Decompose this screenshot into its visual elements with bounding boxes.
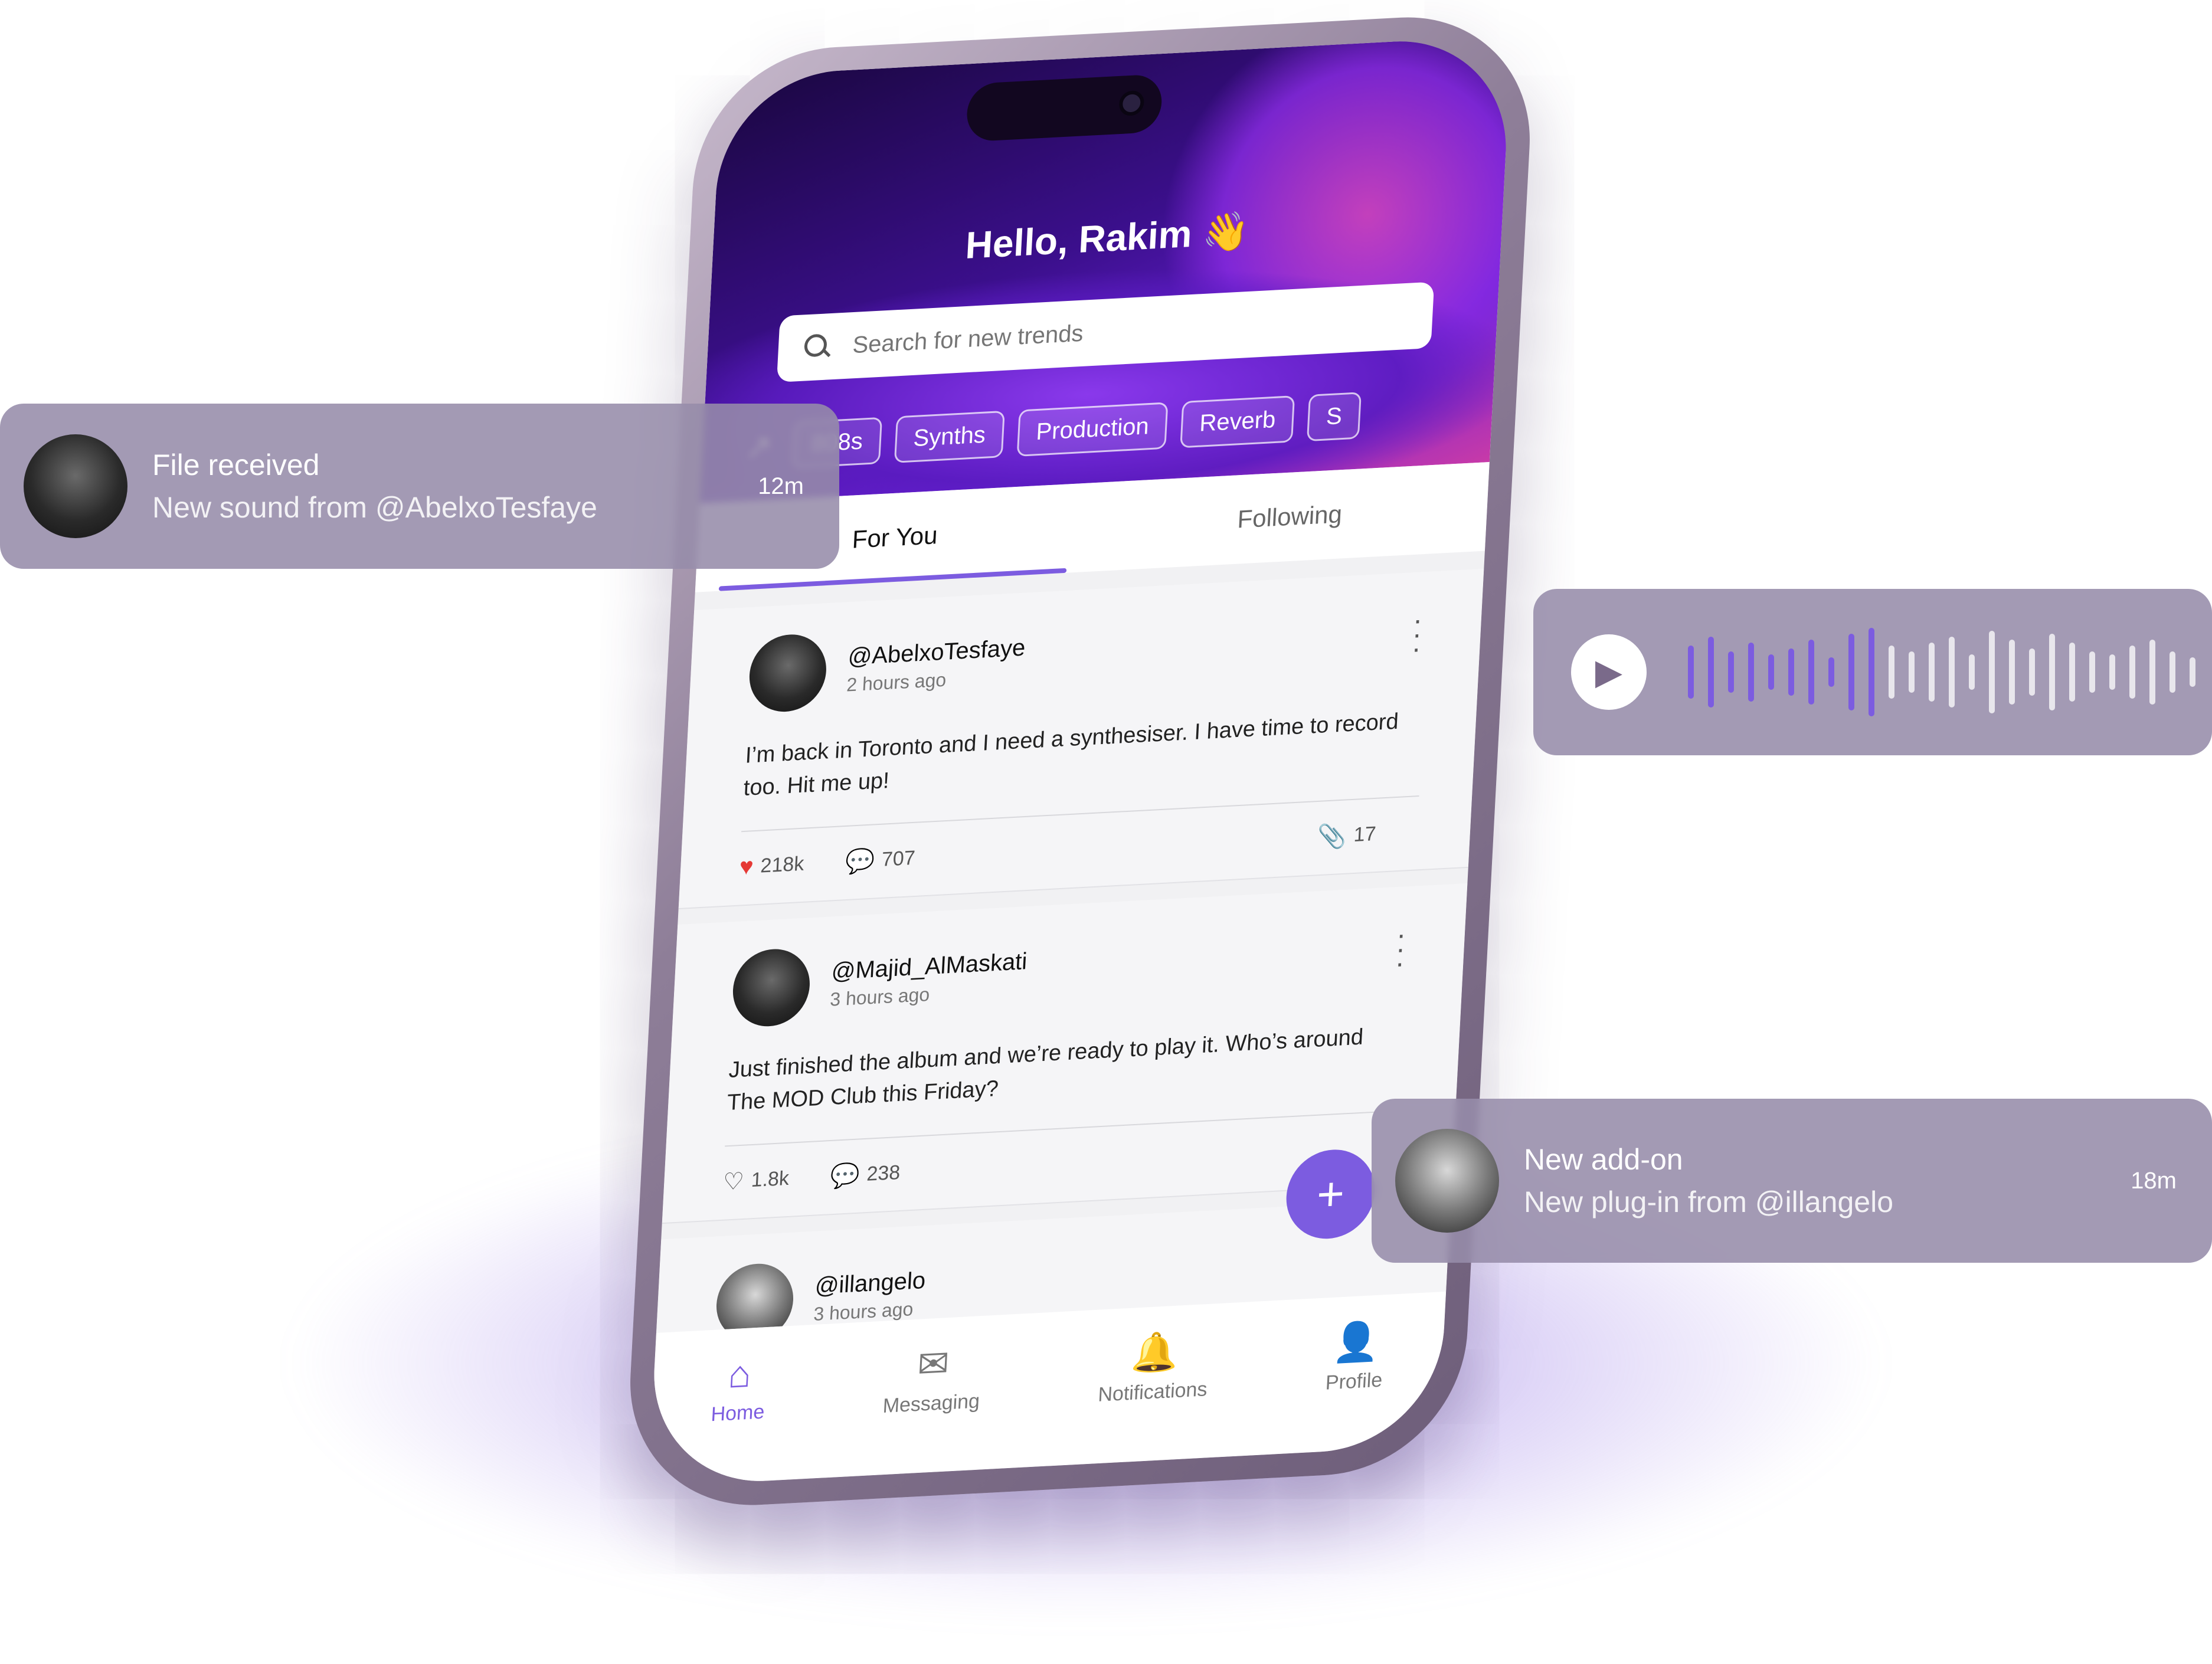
comment-count: 238 bbox=[866, 1161, 901, 1186]
chip-more[interactable]: S bbox=[1307, 392, 1362, 442]
chip-production[interactable]: Production bbox=[1016, 402, 1169, 457]
comment-icon: 💬 bbox=[844, 847, 876, 876]
waveform-bar bbox=[1909, 651, 1915, 693]
notification-time: 18m bbox=[2131, 1167, 2177, 1194]
waveform-bar bbox=[1929, 643, 1935, 702]
camera-icon bbox=[1118, 90, 1145, 117]
waveform-bar bbox=[1708, 637, 1714, 707]
waveform-bar bbox=[2149, 640, 2155, 705]
waveform-bar bbox=[1688, 646, 1694, 699]
waveform-bar bbox=[2170, 651, 2175, 693]
waveform-bar bbox=[2129, 646, 2135, 699]
audio-waveform[interactable] bbox=[1688, 613, 2195, 731]
waveform-bar bbox=[2109, 654, 2115, 690]
post-body: I’m back in Toronto and I need a synthes… bbox=[742, 709, 1399, 801]
like-button[interactable]: ♡ 1.8k bbox=[722, 1165, 790, 1196]
waveform-bar bbox=[2009, 640, 2015, 705]
post-handle[interactable]: @illangelo bbox=[814, 1267, 926, 1300]
notification-card[interactable]: New add-on New plug-in from @illangelo 1… bbox=[1372, 1099, 2212, 1263]
heart-outline-icon: ♡ bbox=[722, 1168, 745, 1195]
profile-icon: 👤 bbox=[1331, 1319, 1381, 1365]
notification-subtitle: New sound from @AbelxoTesfaye bbox=[152, 491, 597, 524]
comment-button[interactable]: 💬 238 bbox=[830, 1159, 901, 1190]
chip-synths[interactable]: Synths bbox=[894, 410, 1005, 463]
nav-label: Messaging bbox=[882, 1390, 980, 1418]
notification-title: New add-on bbox=[1524, 1143, 1683, 1176]
like-count: 218k bbox=[760, 852, 805, 877]
waveform-bar bbox=[1889, 646, 1894, 699]
plus-icon: + bbox=[1315, 1167, 1346, 1221]
waveform-bar bbox=[1788, 648, 1794, 696]
avatar[interactable] bbox=[747, 633, 829, 714]
search-input[interactable] bbox=[850, 307, 1303, 359]
notification-card[interactable]: File received New sound from @AbelxoTesf… bbox=[0, 404, 839, 569]
search-icon bbox=[804, 333, 831, 361]
chip-reverb[interactable]: Reverb bbox=[1180, 395, 1295, 448]
nav-home[interactable]: ⌂ Home bbox=[711, 1351, 768, 1426]
like-count: 1.8k bbox=[750, 1167, 790, 1192]
like-button[interactable]: ♥ 218k bbox=[739, 851, 805, 881]
waveform-bar bbox=[2049, 634, 2055, 710]
comment-icon: 💬 bbox=[829, 1162, 860, 1190]
nav-label: Profile bbox=[1325, 1368, 1383, 1394]
nav-profile[interactable]: 👤 Profile bbox=[1325, 1318, 1386, 1395]
waveform-bar bbox=[1969, 654, 1975, 690]
paperclip-icon: 📎 bbox=[1316, 823, 1347, 851]
waveform-bar bbox=[1768, 654, 1774, 690]
post-card[interactable]: @AbelxoTesfaye 2 hours ago · · · I’m back … bbox=[678, 568, 1484, 909]
nav-messaging[interactable]: ✉ Messaging bbox=[882, 1339, 983, 1418]
waveform-bar bbox=[1869, 628, 1874, 716]
waveform-bar bbox=[1989, 631, 1995, 713]
phone-screen: Hello, Rakim 👋 ↗ 808s Synths Production … bbox=[648, 35, 1512, 1487]
comment-button[interactable]: 💬 707 bbox=[845, 844, 916, 876]
waveform-bar bbox=[1949, 637, 1955, 707]
nav-notifications[interactable]: 🔔 Notifications bbox=[1097, 1328, 1210, 1407]
notification-subtitle: New plug-in from @illangelo bbox=[1524, 1185, 1894, 1218]
avatar[interactable] bbox=[714, 1262, 796, 1333]
phone-mockup: Hello, Rakim 👋 ↗ 808s Synths Production … bbox=[623, 10, 1537, 1512]
nav-label: Notifications bbox=[1097, 1378, 1208, 1406]
audio-player[interactable]: ▶ bbox=[1533, 589, 2212, 755]
waveform-bar bbox=[1748, 643, 1754, 702]
post-time: 2 hours ago bbox=[846, 669, 947, 696]
waveform-bar bbox=[2029, 648, 2035, 696]
play-button[interactable]: ▶ bbox=[1571, 634, 1647, 710]
home-icon: ⌂ bbox=[727, 1352, 752, 1396]
heart-filled-icon: ♥ bbox=[738, 853, 754, 880]
waveform-bar bbox=[1728, 651, 1734, 693]
attachment-count: 17 bbox=[1353, 823, 1377, 847]
waveform-bar bbox=[2069, 643, 2075, 702]
avatar bbox=[24, 434, 127, 538]
waveform-bar bbox=[1808, 640, 1814, 705]
waveform-bar bbox=[2089, 651, 2095, 693]
waveform-bar bbox=[1848, 634, 1854, 710]
post-body: Just finished the album and we’re ready … bbox=[726, 1024, 1364, 1116]
nav-label: Home bbox=[710, 1400, 765, 1426]
notification-time: 12m bbox=[758, 473, 804, 499]
post-handle[interactable]: @AbelxoTesfaye bbox=[848, 634, 1026, 670]
comment-count: 707 bbox=[881, 846, 916, 872]
play-icon: ▶ bbox=[1595, 652, 1623, 692]
avatar bbox=[1395, 1129, 1499, 1233]
waveform-bar bbox=[2190, 657, 2195, 687]
avatar[interactable] bbox=[731, 947, 812, 1028]
bell-icon: 🔔 bbox=[1130, 1329, 1180, 1375]
attachment-button[interactable]: 📎 17 bbox=[1317, 820, 1377, 851]
messaging-icon: ✉ bbox=[916, 1341, 951, 1386]
waveform-bar bbox=[1828, 657, 1834, 687]
post-actions: ♥ 218k 💬 707 📎 17 bbox=[739, 818, 1418, 881]
dynamic-island bbox=[966, 74, 1163, 142]
notification-title: File received bbox=[152, 448, 320, 481]
